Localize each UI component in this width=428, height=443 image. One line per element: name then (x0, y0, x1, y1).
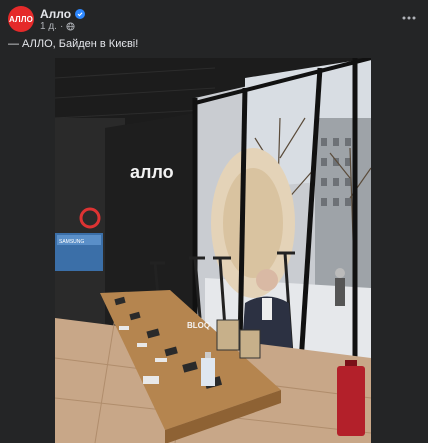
avatar-logo-text: АЛЛО (8, 14, 34, 24)
post-header: АЛЛО Алло 1 д. · (0, 0, 428, 40)
post-meta: 1 д. · (40, 21, 75, 32)
tv-text: SAMSUNG (59, 239, 84, 245)
post-photo[interactable]: SAMSUNG алло BLOQ (55, 58, 371, 443)
more-dots-icon (402, 16, 416, 20)
author-row: Алло (40, 7, 86, 21)
price-tag-text: BLOQ (187, 321, 210, 330)
page-avatar[interactable]: АЛЛО (8, 6, 34, 32)
post-text: — АЛЛО, Байден в Києві! (8, 38, 139, 50)
more-options-button[interactable] (400, 10, 418, 26)
author-name[interactable]: Алло (40, 7, 71, 21)
store-sign: алло (130, 162, 174, 182)
post-time[interactable]: 1 д. (40, 21, 57, 32)
meta-separator: · (59, 21, 64, 32)
verified-badge-icon (75, 9, 86, 19)
globe-icon (66, 22, 75, 31)
